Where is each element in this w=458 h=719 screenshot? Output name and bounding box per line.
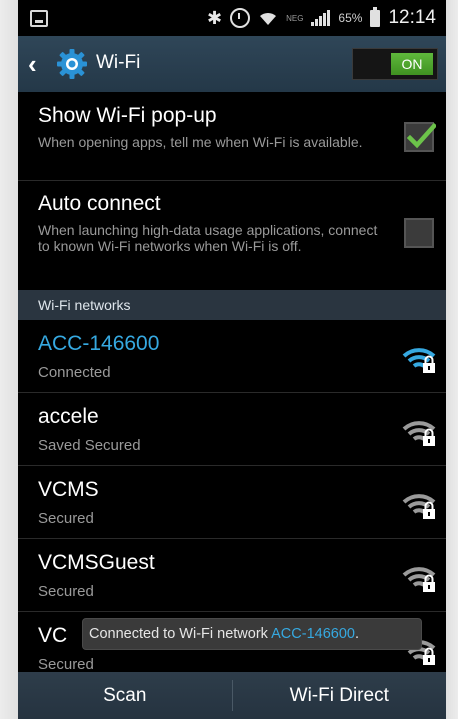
- status-bar: ✱ NEG 65% 12:14: [18, 0, 446, 36]
- connected-toast: Connected to Wi-Fi network ACC-146600.: [82, 618, 422, 650]
- setting-title: Auto connect: [38, 192, 161, 215]
- battery-icon: [370, 6, 381, 27]
- phone-screen: ✱ NEG 65% 12:14 ‹ Wi-Fi ON Show Wi-Fi po…: [18, 0, 446, 719]
- page-title: Wi-Fi: [96, 52, 141, 73]
- wifi-toggle[interactable]: ON: [352, 48, 438, 80]
- bluetooth-icon: ✱: [206, 7, 223, 28]
- checkmark-icon: [406, 122, 436, 149]
- battery-percent: 65%: [338, 11, 363, 25]
- setting-description: When launching high-data usage applicati…: [38, 222, 378, 254]
- wifi-lock-icon: [402, 563, 438, 593]
- network-name: accele: [38, 405, 99, 428]
- toast-prefix: Connected to Wi-Fi network: [89, 626, 272, 642]
- network-item[interactable]: VCMSGuest Secured: [18, 539, 446, 612]
- wifi-lock-icon: [402, 417, 438, 447]
- right-edge: [446, 0, 458, 719]
- auto-connect-checkbox[interactable]: [404, 218, 434, 248]
- clock-time: 12:14: [388, 7, 436, 28]
- setting-show-wifi-popup[interactable]: Show Wi-Fi pop-up When opening apps, tel…: [18, 92, 446, 181]
- network-status: Secured: [38, 510, 94, 527]
- scan-button[interactable]: Scan: [18, 672, 232, 719]
- back-arrow-icon[interactable]: ‹: [28, 50, 50, 78]
- wifi-icon: [258, 10, 278, 26]
- alarm-icon: [230, 8, 251, 28]
- network-item[interactable]: VCMS Secured: [18, 466, 446, 539]
- setting-description: When opening apps, tell me when Wi-Fi is…: [38, 134, 363, 150]
- network-status: Saved Secured: [38, 437, 141, 454]
- wifi-direct-button[interactable]: Wi-Fi Direct: [233, 672, 447, 719]
- left-edge: [0, 0, 18, 719]
- network-item[interactable]: ACC-146600 Connected: [18, 320, 446, 393]
- notification-icon: [30, 10, 48, 27]
- wifi-lock-icon: [402, 344, 438, 374]
- toast-network-name: ACC-146600: [271, 626, 355, 642]
- action-bar: ‹ Wi-Fi ON: [18, 36, 446, 92]
- network-status: Secured: [38, 656, 94, 673]
- signal-icon: [311, 10, 331, 26]
- network-name: VCMSGuest: [38, 551, 155, 574]
- signal-label: NEG: [286, 13, 304, 23]
- network-name: VC: [38, 624, 68, 647]
- bottom-action-bar: Scan Wi-Fi Direct: [18, 672, 446, 719]
- toast-suffix: .: [354, 626, 359, 642]
- settings-gear-icon[interactable]: [56, 48, 88, 80]
- network-name: VCMS: [38, 478, 99, 501]
- show-popup-checkbox[interactable]: [404, 122, 436, 152]
- network-item[interactable]: accele Saved Secured: [18, 393, 446, 466]
- network-name: ACC-146600: [38, 332, 160, 355]
- network-status: Connected: [38, 364, 111, 381]
- wifi-toggle-label: ON: [391, 53, 433, 75]
- setting-title: Show Wi-Fi pop-up: [38, 104, 217, 127]
- status-icons: ✱ NEG 65% 12:14: [207, 6, 436, 30]
- network-status: Secured: [38, 583, 94, 600]
- wifi-lock-icon: [402, 490, 438, 520]
- networks-section-header: Wi-Fi networks: [18, 290, 446, 320]
- setting-auto-connect[interactable]: Auto connect When launching high-data us…: [18, 180, 446, 291]
